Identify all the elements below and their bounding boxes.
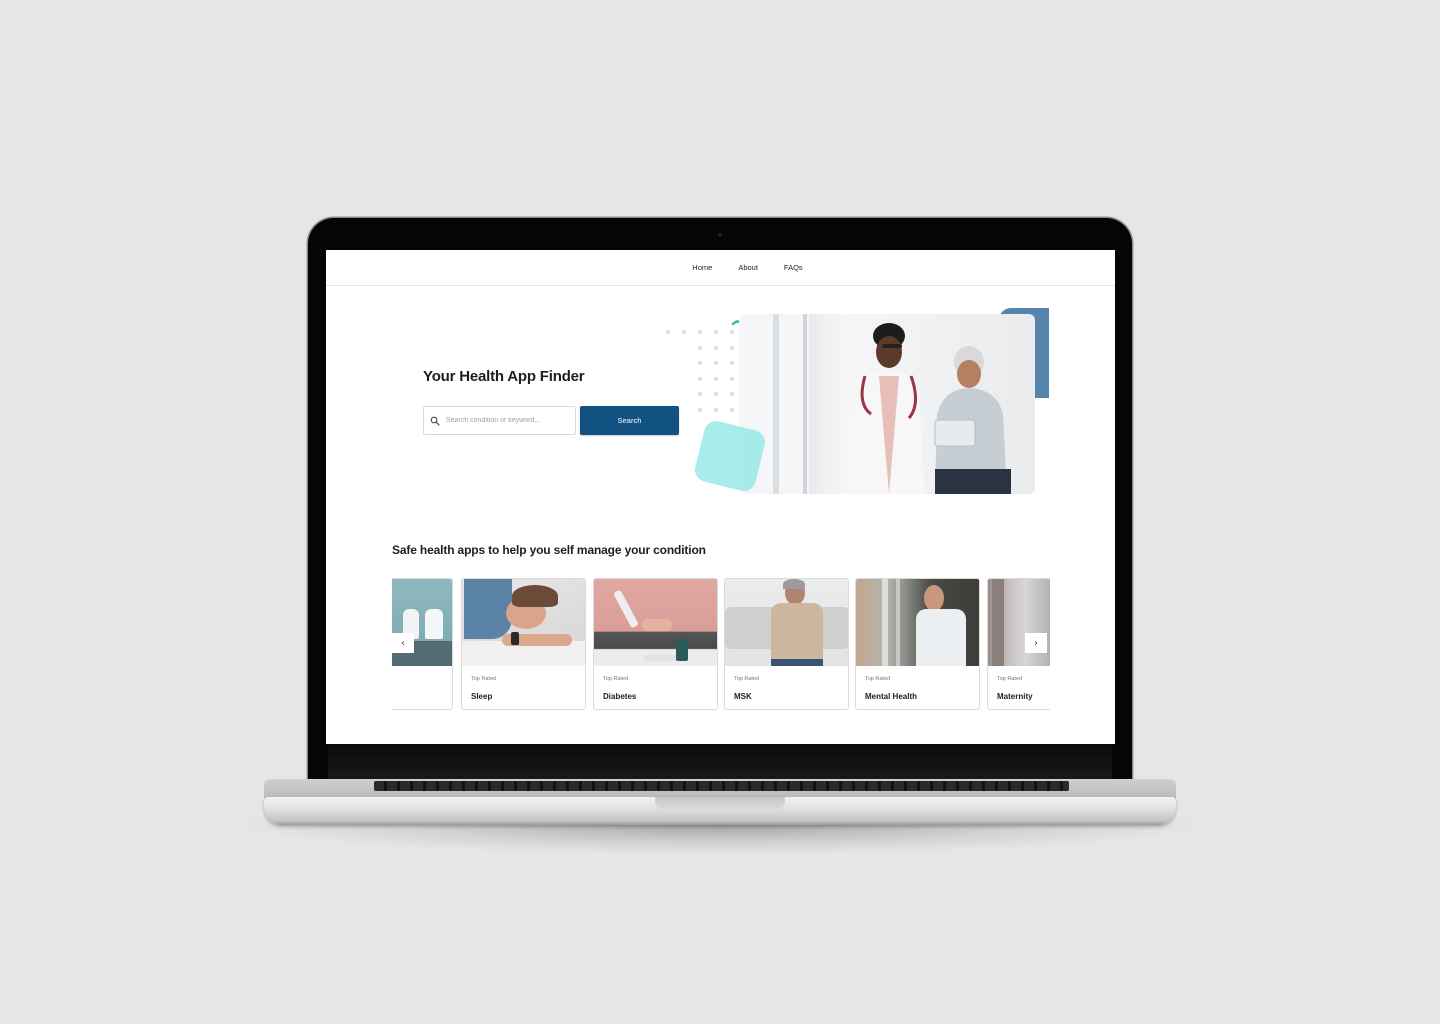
decorative-dots	[666, 330, 746, 420]
decorative-dot	[730, 345, 734, 350]
decorative-dot	[730, 330, 734, 334]
card-title: Sleep	[471, 692, 493, 701]
decorative-dot	[698, 330, 702, 334]
card-title: Maternity	[997, 692, 1033, 701]
bezel-bottom	[328, 744, 1112, 784]
card-image-sleep	[462, 579, 585, 666]
keyboard-deck	[264, 779, 1176, 799]
decorative-dot	[730, 361, 734, 365]
card-title: Mental Health	[865, 692, 918, 701]
condition-card-sleep[interactable]: Top Rated Sleep	[461, 578, 586, 710]
hero-title: Your Health App Finder	[423, 368, 585, 385]
decorative-dot	[698, 361, 702, 365]
decorative-dot	[666, 330, 670, 334]
decorative-dot	[698, 376, 702, 381]
search-icon	[430, 416, 440, 426]
card-image-mental-health	[856, 579, 979, 666]
decorative-dot	[714, 407, 718, 412]
decorative-dot	[698, 407, 702, 412]
browser-screen: Home About FAQs Your Health App Finder S…	[326, 250, 1115, 744]
condition-card-msk[interactable]: Top Rated MSK	[724, 578, 849, 710]
card-tag: Top Rated	[603, 676, 629, 682]
hero-image	[739, 314, 1035, 494]
decorative-dot	[698, 392, 702, 396]
card-tag: Top Rated	[471, 676, 497, 682]
card-tag: Top Rated	[865, 676, 891, 682]
carousel-prev-button[interactable]: ‹	[392, 633, 414, 653]
search-input[interactable]	[446, 417, 564, 424]
decorative-dot	[730, 392, 734, 396]
condition-carousel: Top Rated Sleep Top Rated Diabetes Top R…	[392, 578, 1050, 712]
search-field[interactable]	[423, 406, 576, 435]
card-tag: Top Rated	[734, 676, 760, 682]
carousel-next-button[interactable]: ›	[1025, 633, 1047, 653]
lid-notch	[655, 797, 785, 809]
card-image-msk	[725, 579, 848, 666]
decorative-dot	[714, 376, 718, 381]
decorative-dot	[730, 407, 734, 412]
section-title: Safe health apps to help you self manage…	[392, 543, 706, 557]
nav-faqs[interactable]: FAQs	[784, 263, 803, 272]
keyboard	[374, 781, 1069, 791]
decorative-dot	[714, 345, 718, 350]
card-tag: Top Rated	[997, 676, 1023, 682]
top-nav: Home About FAQs	[326, 250, 1115, 286]
decorative-dot	[730, 376, 734, 381]
decorative-dot	[698, 345, 702, 350]
nav-home[interactable]: Home	[692, 263, 712, 272]
decorative-dot	[682, 330, 686, 334]
laptop-base	[264, 779, 1176, 827]
nav-about[interactable]: About	[738, 263, 758, 272]
decorative-dot	[714, 330, 718, 334]
laptop-lid: Home About FAQs Your Health App Finder S…	[308, 218, 1132, 784]
doctor-patient-illustration	[739, 314, 1011, 494]
search-button[interactable]: Search	[580, 406, 679, 435]
card-image-diabetes	[594, 579, 717, 666]
decorative-dot	[714, 392, 718, 396]
decorative-dot	[714, 361, 718, 365]
condition-card-mental-health[interactable]: Top Rated Mental Health	[855, 578, 980, 710]
camera-icon	[718, 233, 722, 237]
card-title: MSK	[734, 692, 752, 701]
card-title: Diabetes	[603, 692, 637, 701]
condition-card-diabetes[interactable]: Top Rated Diabetes	[593, 578, 718, 710]
